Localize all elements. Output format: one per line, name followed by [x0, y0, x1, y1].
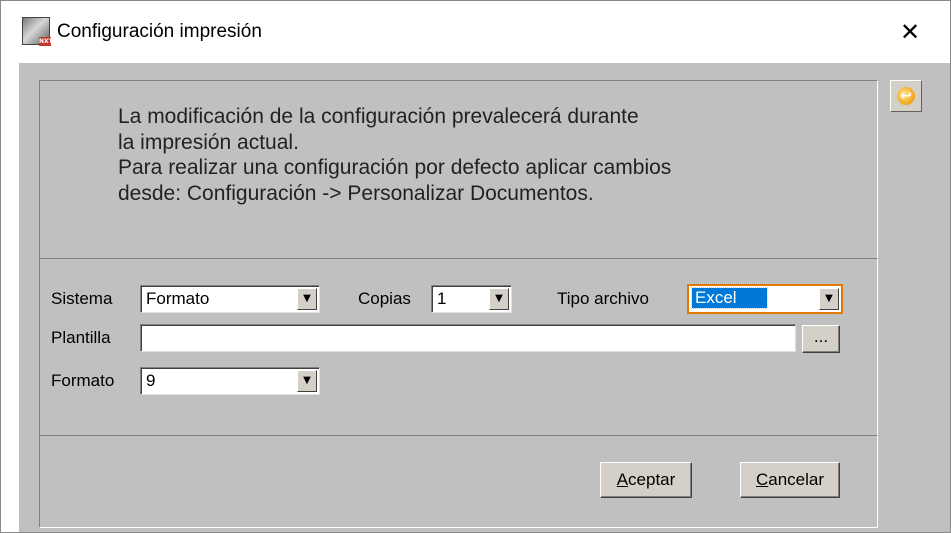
tipo-archivo-label: Tipo archivo [557, 289, 649, 308]
copias-value: 1 [437, 289, 447, 308]
plantilla-label: Plantilla [51, 328, 111, 347]
chevron-down-icon[interactable]: ▼ [297, 288, 317, 310]
message-line: la impresión actual. [118, 130, 299, 154]
message-panel: La modificación de la configuración prev… [39, 80, 878, 259]
accept-label: ceptar [628, 470, 676, 489]
sistema-select[interactable]: Formato ▼ [140, 285, 320, 313]
copias-select[interactable]: 1 ▼ [431, 285, 512, 313]
title-bar[interactable]: NXT Configuración impresión ✕ [1, 1, 950, 63]
info-message: La modificación de la configuración prev… [118, 104, 671, 206]
dialog-window: NXT Configuración impresión ✕ ↩ La modif… [0, 0, 951, 533]
message-line: Para realizar una configuración por defe… [118, 156, 672, 179]
formato-select[interactable]: 9 ▼ [140, 367, 320, 395]
browse-button[interactable]: ... [802, 325, 840, 353]
return-arrow-icon: ↩ [897, 87, 915, 105]
message-line: desde: Configuración -> Personalizar Doc… [118, 181, 594, 205]
accept-accelerator: A [616, 470, 629, 489]
plantilla-input[interactable] [140, 324, 796, 352]
accept-button[interactable]: Aceptar [600, 462, 692, 498]
button-panel: Aceptar Cancelar [39, 435, 878, 528]
sistema-label: Sistema [51, 289, 113, 308]
app-icon-badge: NXT [39, 37, 53, 46]
cancel-label: ancelar [768, 470, 825, 489]
tipo-archivo-value: Excel [691, 287, 768, 309]
dialog-client-area: ↩ La modificación de la configuración pr… [19, 63, 950, 532]
message-line: La modificación de la configuración prev… [118, 105, 639, 128]
formato-value: 9 [146, 371, 156, 390]
chevron-down-icon[interactable]: ▼ [489, 288, 509, 310]
close-button[interactable]: ✕ [891, 15, 929, 49]
sistema-value: Formato [146, 289, 210, 308]
settings-panel: Sistema Formato ▼ Copias 1 ▼ Tipo archiv… [39, 258, 878, 436]
app-document-icon: NXT [22, 17, 53, 46]
chevron-down-icon[interactable]: ▼ [819, 288, 839, 310]
copias-label: Copias [358, 289, 411, 308]
cancel-accelerator: C [755, 470, 769, 489]
chevron-down-icon[interactable]: ▼ [297, 370, 317, 392]
return-button[interactable]: ↩ [890, 80, 922, 112]
cancel-button[interactable]: Cancelar [740, 462, 840, 498]
tipo-archivo-select[interactable]: Excel ▼ [687, 284, 843, 314]
formato-label: Formato [51, 371, 115, 390]
window-title: Configuración impresión [57, 21, 262, 42]
